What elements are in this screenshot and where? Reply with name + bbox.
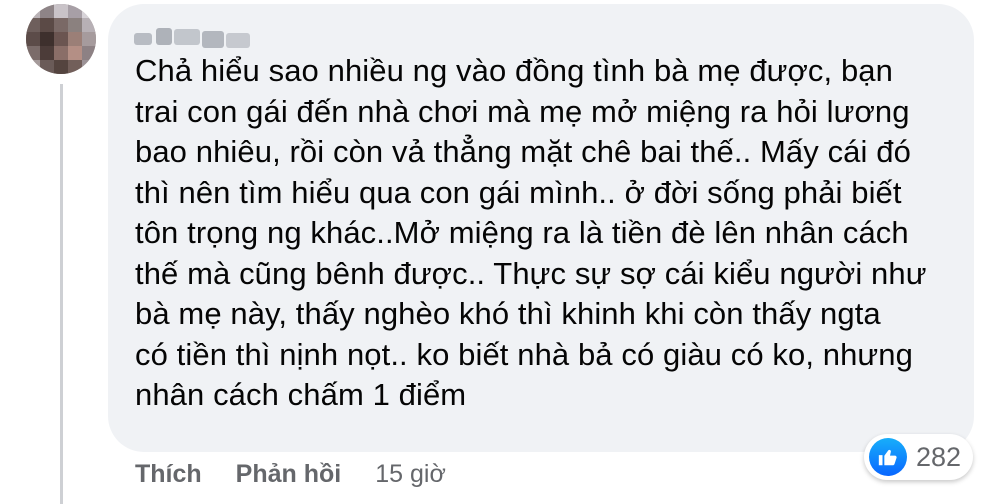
comment-text: Chả hiểu sao nhiều ng vào đồng tình bà m… (135, 53, 927, 412)
thread-line (60, 84, 63, 504)
author-name-redacted[interactable] (134, 24, 258, 52)
comment-timestamp[interactable]: 15 giờ (375, 460, 446, 489)
pixelated-avatar-image (26, 4, 96, 74)
reaction-count: 282 (916, 441, 962, 472)
like-button[interactable]: Thích (135, 460, 202, 489)
avatar[interactable] (26, 4, 96, 74)
blurred-author-name (134, 28, 250, 48)
like-icon (869, 438, 907, 476)
reaction-summary[interactable]: 282 (864, 434, 974, 480)
comment-actions: Thích Phản hồi 15 giờ (135, 456, 446, 492)
reply-button[interactable]: Phản hồi (236, 460, 342, 489)
